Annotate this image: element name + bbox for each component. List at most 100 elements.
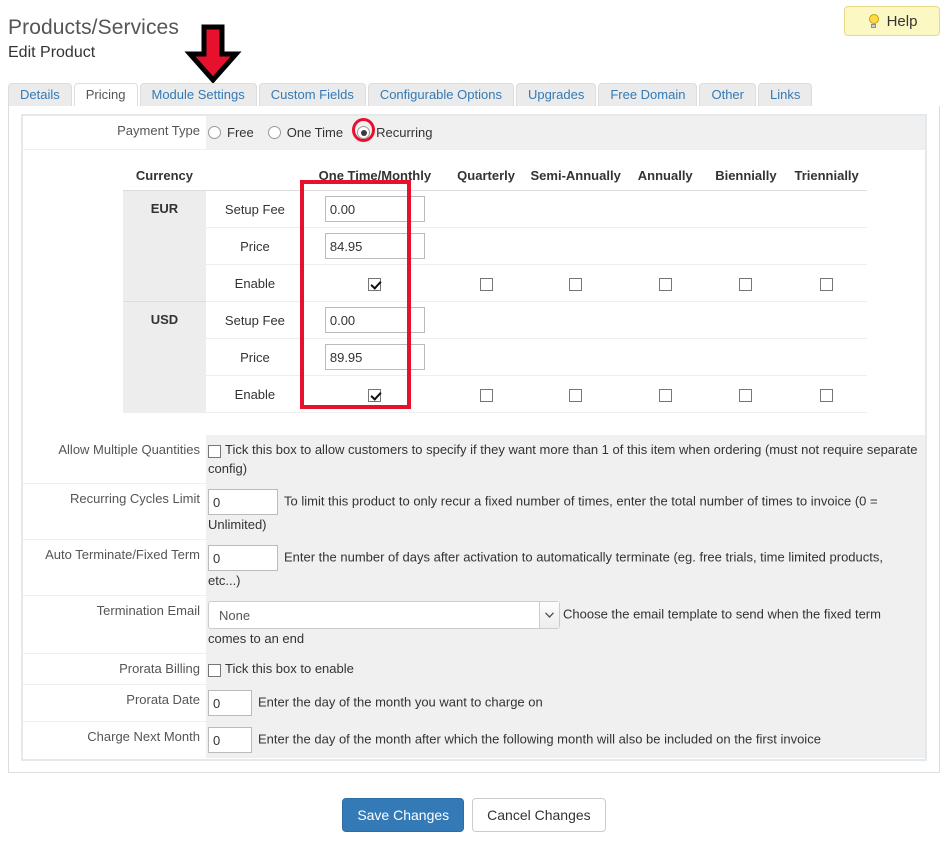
checkbox-usd-triennially[interactable]: [820, 388, 834, 402]
checkbox-usd-one-time-monthly[interactable]: [368, 388, 382, 402]
tab-free-domain[interactable]: Free Domain: [598, 83, 698, 106]
cell-price-eur-empty: [445, 227, 867, 265]
cell-enable-eur-quarterly: [445, 264, 527, 302]
page-subtitle: Edit Product: [8, 44, 96, 61]
value-recurring-cycles-limit: To limit this product to only recur a fi…: [206, 484, 925, 539]
pricing-table: Currency One Time/Monthly Quarterly Semi…: [123, 162, 867, 413]
header-blank: [205, 162, 304, 191]
tab-links[interactable]: Links: [757, 83, 813, 106]
tab-pricing[interactable]: Pricing: [73, 83, 138, 106]
table-row: USD Setup Fee: [123, 301, 867, 413]
page-title: Products/Services: [8, 16, 179, 40]
radio-recurring-icon[interactable]: [357, 126, 371, 139]
field-row-prorata-date: Prorata Date Enter the day of the month …: [23, 685, 925, 722]
tab-details[interactable]: Details: [8, 83, 72, 106]
select-termination-email-value: None: [219, 607, 251, 623]
cell-price-usd-empty: [445, 338, 867, 376]
table-row: Price: [123, 338, 867, 376]
checkbox-usd-biennially[interactable]: [739, 388, 753, 402]
input-charge-next-month[interactable]: [208, 727, 252, 753]
checkbox-eur-biennially[interactable]: [739, 277, 753, 291]
tab-module-settings[interactable]: Module Settings: [139, 83, 257, 106]
label-charge-next-month: Charge Next Month: [23, 722, 206, 758]
pricing-table-wrap: Currency One Time/Monthly Quarterly Semi…: [23, 150, 925, 413]
row-label-price-usd: Price: [205, 338, 304, 376]
help-button[interactable]: Help: [844, 6, 940, 36]
help-auto-terminate: Enter the number of days after activatio…: [208, 549, 883, 588]
cell-price-eur: [303, 227, 446, 265]
checkbox-usd-annually[interactable]: [658, 388, 672, 402]
checkbox-eur-semi-annually[interactable]: [569, 277, 583, 291]
help-recurring-cycles-limit: To limit this product to only recur a fi…: [208, 493, 878, 532]
field-row-termination-email: Termination Email None Choose the email …: [23, 596, 925, 654]
cell-enable-usd-monthly: [303, 375, 446, 413]
payment-type-row: Payment Type Free One Time Recurring: [23, 116, 925, 150]
checkbox-eur-triennially[interactable]: [820, 277, 834, 291]
cell-enable-eur-annually: [624, 264, 706, 302]
field-row-prorata-billing: Prorata Billing Tick this box to enable: [23, 654, 925, 685]
header-annually: Annually: [624, 162, 706, 191]
value-termination-email: None Choose the email template to send w…: [206, 596, 925, 653]
save-changes-button[interactable]: Save Changes: [342, 798, 465, 832]
radio-one-time-icon[interactable]: [267, 126, 281, 139]
radio-option-recurring[interactable]: Recurring: [352, 117, 433, 142]
checkbox-usd-semi-annually[interactable]: [569, 388, 583, 402]
value-auto-terminate: Enter the number of days after activatio…: [206, 540, 925, 595]
cell-setup-fee-usd: [303, 301, 446, 339]
chevron-down-icon[interactable]: [539, 602, 559, 628]
cell-enable-usd-triennially: [786, 375, 867, 413]
checkbox-prorata-billing[interactable]: [208, 664, 221, 678]
header-currency: Currency: [123, 162, 206, 191]
table-row: Enable: [123, 375, 867, 413]
cancel-changes-button[interactable]: Cancel Changes: [472, 798, 606, 832]
value-charge-next-month: Enter the day of the month after which t…: [206, 722, 925, 758]
checkbox-eur-annually[interactable]: [658, 277, 672, 291]
cell-enable-eur-biennially: [705, 264, 787, 302]
input-setup-fee-usd[interactable]: [324, 307, 425, 333]
value-prorata-date: Enter the day of the month you want to c…: [206, 685, 925, 721]
row-label-price-eur: Price: [205, 227, 304, 265]
cell-price-usd: [303, 338, 446, 376]
cell-setup-fee-eur: [303, 190, 446, 228]
row-label-setup-fee-usd: Setup Fee: [205, 301, 304, 339]
currency-usd: USD: [123, 301, 206, 413]
value-allow-multiple-quantities: Tick this box to allow customers to spec…: [206, 435, 925, 483]
tab-custom-fields[interactable]: Custom Fields: [258, 83, 366, 106]
radio-free-icon[interactable]: [208, 126, 221, 139]
label-prorata-billing: Prorata Billing: [23, 654, 206, 684]
table-row: Enable: [123, 264, 867, 302]
cell-setup-fee-eur-empty: [445, 190, 867, 228]
input-price-eur[interactable]: [324, 233, 425, 259]
radio-option-one-time[interactable]: One Time: [267, 123, 343, 142]
checkbox-usd-quarterly[interactable]: [479, 388, 493, 402]
input-setup-fee-eur[interactable]: [324, 196, 425, 222]
cell-enable-usd-semi: [526, 375, 625, 413]
row-label-enable-usd: Enable: [205, 375, 304, 413]
radio-option-free[interactable]: Free: [208, 123, 254, 142]
table-row: EUR Setup Fee: [123, 190, 867, 302]
help-prorata-date: Enter the day of the month you want to c…: [258, 694, 543, 710]
label-termination-email: Termination Email: [23, 596, 206, 653]
label-auto-terminate: Auto Terminate/Fixed Term: [23, 540, 206, 595]
field-row-allow-multiple-quantities: Allow Multiple Quantities Tick this box …: [23, 435, 925, 484]
input-auto-terminate[interactable]: [208, 545, 278, 571]
form-footer: Save Changes Cancel Changes: [0, 798, 948, 832]
header-triennially: Triennially: [786, 162, 867, 191]
input-price-usd[interactable]: [324, 344, 425, 370]
tab-upgrades[interactable]: Upgrades: [515, 83, 597, 106]
checkbox-eur-quarterly[interactable]: [479, 277, 493, 291]
help-prorata-billing: Tick this box to enable: [225, 661, 354, 676]
tab-configurable-options[interactable]: Configurable Options: [367, 83, 514, 106]
tab-other[interactable]: Other: [699, 83, 756, 106]
select-termination-email[interactable]: None: [208, 601, 560, 629]
pricing-table-body: EUR Setup Fee Price: [123, 190, 867, 413]
header-one-time-monthly: One Time/Monthly: [303, 162, 446, 191]
cell-enable-eur-triennially: [786, 264, 867, 302]
input-prorata-date[interactable]: [208, 690, 252, 716]
input-recurring-cycles-limit[interactable]: [208, 489, 278, 515]
checkbox-allow-multiple-quantities[interactable]: [208, 445, 221, 459]
payment-type-options: Free One Time Recurring: [206, 116, 925, 149]
radio-recurring-label: Recurring: [376, 125, 433, 140]
pricing-table-header-row: Currency One Time/Monthly Quarterly Semi…: [123, 162, 867, 191]
checkbox-eur-one-time-monthly[interactable]: [368, 277, 382, 291]
